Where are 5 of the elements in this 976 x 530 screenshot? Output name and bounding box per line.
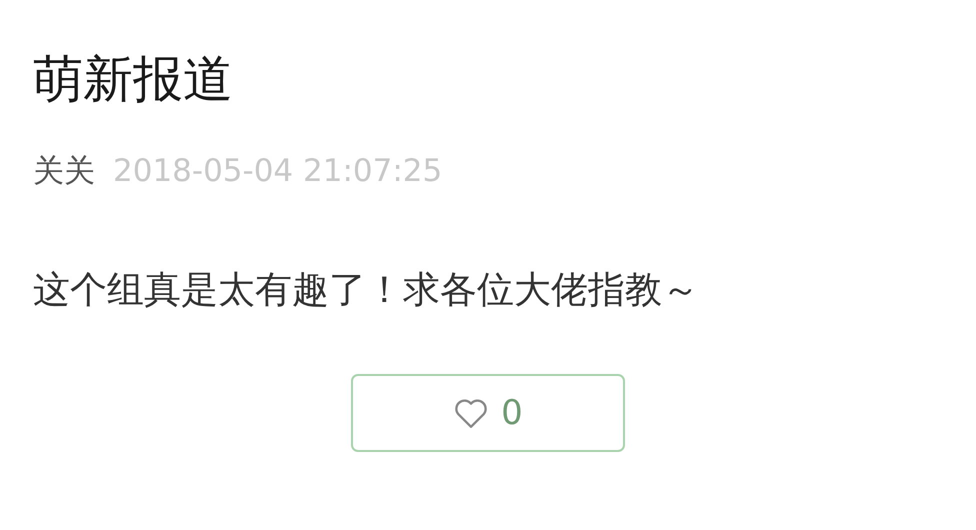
like-button[interactable]: 0: [351, 374, 625, 452]
post-title: 萌新报道: [33, 49, 234, 110]
post-content: 这个组真是太有趣了！求各位大佬指教～: [33, 267, 700, 313]
heart-icon: [453, 397, 490, 429]
author-name: 关关: [33, 152, 95, 191]
